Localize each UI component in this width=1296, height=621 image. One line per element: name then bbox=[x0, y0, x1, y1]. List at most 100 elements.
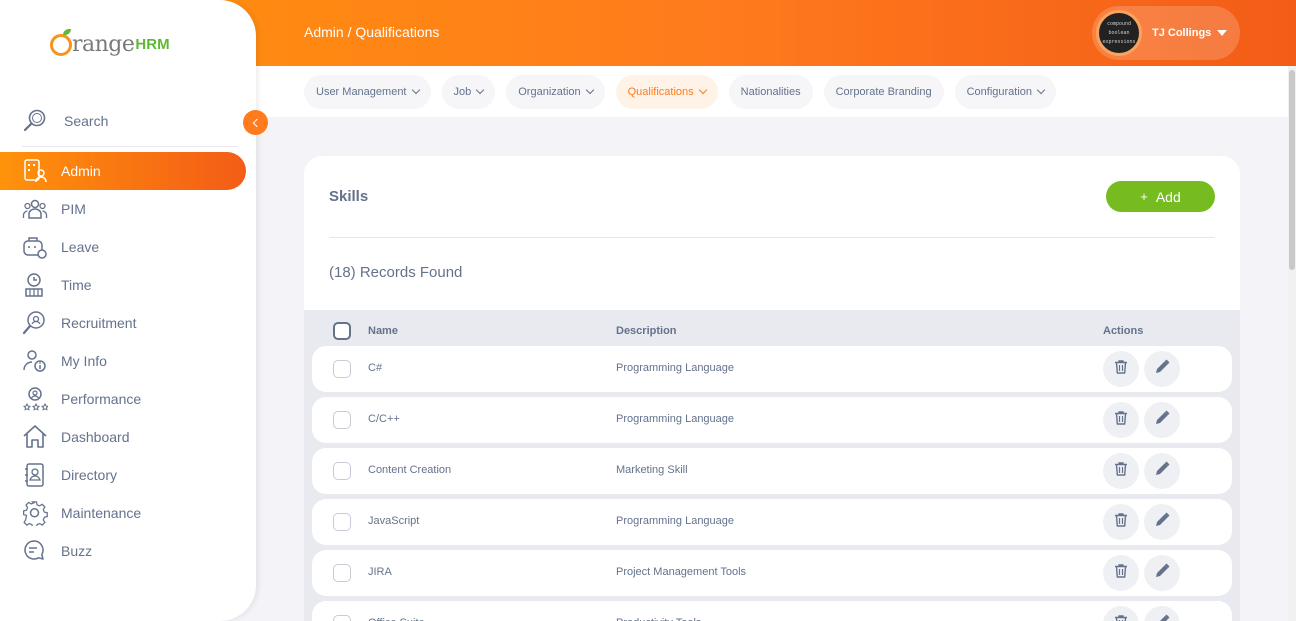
tab-label: User Management bbox=[316, 86, 407, 98]
header-name: Name bbox=[368, 325, 398, 337]
header-description: Description bbox=[616, 325, 677, 337]
sidebar-item-admin[interactable]: Admin bbox=[0, 152, 246, 190]
sidebar-item-label: Maintenance bbox=[61, 505, 142, 521]
records-count: (18) Records Found bbox=[329, 264, 463, 281]
cell-name: JavaScript bbox=[368, 515, 420, 527]
row-checkbox[interactable] bbox=[333, 411, 351, 429]
sidebar-item-dashboard[interactable]: Dashboard bbox=[0, 418, 246, 456]
tab-corporate-branding[interactable]: Corporate Branding bbox=[823, 75, 944, 109]
tab-qualifications[interactable]: Qualifications bbox=[615, 75, 718, 109]
sidebar-item-time[interactable]: Time bbox=[0, 266, 246, 304]
logo-leaf-icon bbox=[63, 28, 71, 35]
pencil-icon bbox=[1153, 358, 1171, 380]
sidebar-item-leave[interactable]: Leave bbox=[0, 228, 246, 266]
row-checkbox[interactable] bbox=[333, 462, 351, 480]
plus-icon: + bbox=[1140, 189, 1148, 204]
my-info-icon bbox=[23, 350, 46, 372]
add-button[interactable]: + Add bbox=[1106, 181, 1215, 212]
table-row[interactable]: Office Suite Productivity Tools bbox=[312, 601, 1232, 621]
admin-icon bbox=[24, 159, 47, 183]
table-row[interactable]: Content Creation Marketing Skill bbox=[312, 448, 1232, 494]
edit-button[interactable] bbox=[1144, 555, 1180, 591]
chevron-down-icon bbox=[585, 85, 594, 95]
trash-icon bbox=[1113, 614, 1129, 621]
pencil-icon bbox=[1153, 460, 1171, 482]
avatar-text-3: expressions bbox=[1102, 38, 1136, 45]
user-menu[interactable]: compound boolean expressions TJ Collings bbox=[1092, 6, 1240, 60]
tab-job[interactable]: Job bbox=[441, 75, 496, 109]
header-actions: Actions bbox=[1103, 325, 1144, 337]
tab-nationalities[interactable]: Nationalities bbox=[728, 75, 813, 109]
chevron-down-icon bbox=[476, 85, 485, 95]
edit-button[interactable] bbox=[1144, 402, 1180, 438]
sidebar-item-recruitment[interactable]: Recruitment bbox=[0, 304, 246, 342]
tab-configuration[interactable]: Configuration bbox=[954, 75, 1057, 109]
table-row[interactable]: JIRA Project Management Tools bbox=[312, 550, 1232, 596]
sidebar-item-pim[interactable]: PIM bbox=[0, 190, 246, 228]
leave-icon bbox=[23, 237, 47, 259]
skills-table: Name Description Actions C# Programming … bbox=[304, 310, 1240, 621]
sidebar-item-label: Time bbox=[61, 277, 92, 293]
recruitment-icon bbox=[22, 311, 45, 335]
sidebar-item-label: Directory bbox=[61, 467, 118, 483]
pim-icon bbox=[22, 199, 48, 219]
avatar-text-2: boolean bbox=[1108, 29, 1130, 36]
time-icon bbox=[25, 273, 43, 297]
chevron-down-icon bbox=[698, 85, 707, 95]
delete-button[interactable] bbox=[1103, 453, 1139, 489]
table-row[interactable]: C/C++ Programming Language bbox=[312, 397, 1232, 443]
buzz-icon bbox=[24, 540, 44, 560]
edit-button[interactable] bbox=[1144, 351, 1180, 387]
collapse-sidebar-button[interactable] bbox=[243, 110, 268, 135]
tab-organization[interactable]: Organization bbox=[506, 75, 605, 109]
tab-label: Qualifications bbox=[627, 86, 694, 98]
delete-button[interactable] bbox=[1103, 555, 1139, 591]
maintenance-icon bbox=[23, 501, 48, 526]
scrollbar-thumb[interactable] bbox=[1289, 70, 1295, 270]
row-checkbox[interactable] bbox=[333, 513, 351, 531]
sidebar-item-buzz[interactable]: Buzz bbox=[0, 532, 246, 570]
table-row[interactable]: C# Programming Language bbox=[312, 346, 1232, 392]
sidebar-menu: Admin PIM Leave Time Recruitment My Info Perfo… bbox=[0, 152, 246, 570]
delete-button[interactable] bbox=[1103, 504, 1139, 540]
cell-name: C# bbox=[368, 362, 383, 374]
sidebar-item-maintenance[interactable]: Maintenance bbox=[0, 494, 246, 532]
tab-label: Configuration bbox=[966, 86, 1033, 98]
directory-icon bbox=[25, 463, 44, 487]
table-row[interactable]: JavaScript Programming Language bbox=[312, 499, 1232, 545]
orangehrm-logo[interactable]: range HRM bbox=[50, 28, 170, 57]
delete-button[interactable] bbox=[1103, 351, 1139, 387]
tab-label: Corporate Branding bbox=[835, 86, 932, 98]
sidebar-item-directory[interactable]: Directory bbox=[0, 456, 246, 494]
chevron-left-icon bbox=[252, 118, 262, 127]
row-checkbox[interactable] bbox=[333, 564, 351, 582]
pencil-icon bbox=[1153, 613, 1171, 621]
search-divider bbox=[22, 146, 238, 147]
performance-icon bbox=[22, 387, 48, 411]
row-checkbox[interactable] bbox=[333, 360, 351, 378]
chevron-down-icon bbox=[1036, 85, 1046, 95]
card-divider bbox=[329, 237, 1215, 238]
edit-button[interactable] bbox=[1144, 606, 1180, 621]
sidebar-item-label: Admin bbox=[61, 163, 101, 179]
delete-button[interactable] bbox=[1103, 402, 1139, 438]
select-all-checkbox[interactable] bbox=[333, 322, 351, 340]
search-icon bbox=[23, 109, 46, 132]
sidebar-item-label: My Info bbox=[61, 353, 107, 369]
page-title: Skills bbox=[329, 188, 369, 205]
cell-name: C/C++ bbox=[368, 413, 400, 425]
cell-name: JIRA bbox=[368, 566, 392, 578]
edit-button[interactable] bbox=[1144, 504, 1180, 540]
sidebar-item-my-info[interactable]: My Info bbox=[0, 342, 246, 380]
pencil-icon bbox=[1153, 409, 1171, 431]
sidebar-search[interactable]: Search bbox=[22, 108, 108, 134]
row-checkbox[interactable] bbox=[333, 615, 351, 621]
sidebar-item-performance[interactable]: Performance bbox=[0, 380, 246, 418]
delete-button[interactable] bbox=[1103, 606, 1139, 621]
tab-user-management[interactable]: User Management bbox=[304, 75, 431, 109]
sidebar-item-label: PIM bbox=[61, 201, 86, 217]
edit-button[interactable] bbox=[1144, 453, 1180, 489]
logo-orange-icon bbox=[50, 28, 72, 56]
cell-description: Project Management Tools bbox=[616, 566, 747, 578]
cell-description: Marketing Skill bbox=[616, 464, 688, 476]
